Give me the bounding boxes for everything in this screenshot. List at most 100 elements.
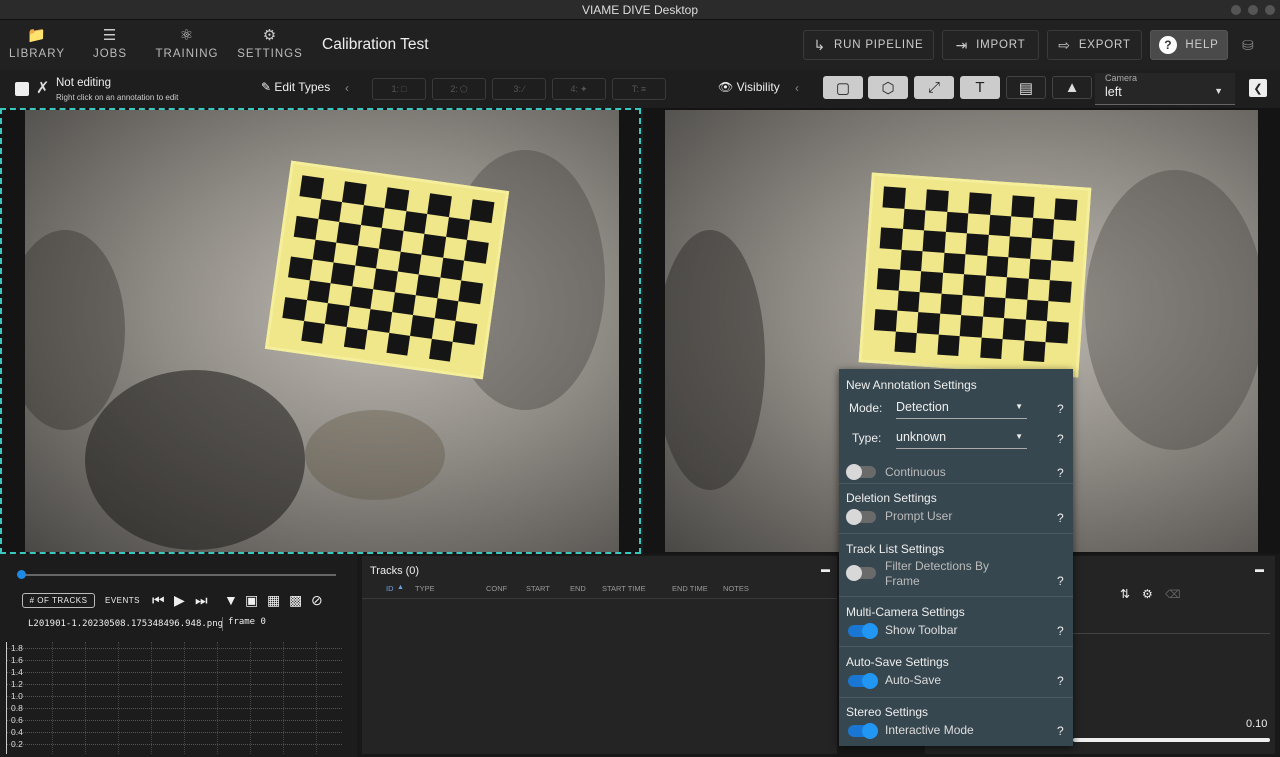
mode-line-button[interactable]: 3: ∕ — [492, 78, 546, 100]
export-button[interactable]: ⇨ EXPORT — [1047, 30, 1142, 60]
column-header[interactable]: ID — [386, 584, 394, 593]
chevron-left-icon[interactable]: ‹ — [795, 81, 799, 95]
image-adjust-icon[interactable]: ▩ — [289, 592, 302, 609]
export-icon: ⇨ — [1058, 36, 1071, 53]
chevron-down-icon: ▼ — [1015, 432, 1023, 441]
y-tick: 1.8 — [11, 643, 23, 653]
toggle-line-visibility[interactable]: ⤢ — [914, 76, 954, 99]
help-icon: ? — [1159, 36, 1178, 54]
deletion-settings-title: Deletion Settings — [846, 491, 937, 505]
comment-icon: ▤ — [1018, 79, 1034, 97]
chevron-down-icon: ▼ — [1015, 402, 1023, 411]
minimize-icon[interactable]: ▬ — [821, 564, 830, 574]
mode-select[interactable]: Detection ▼ — [896, 397, 1027, 419]
sort-arrow-icon: ▲ — [397, 584, 404, 591]
continuous-label: Continuous — [885, 465, 946, 479]
close-button[interactable] — [1265, 5, 1275, 15]
camera-select[interactable]: Camera left ▼ — [1095, 73, 1235, 105]
column-header[interactable]: START — [526, 584, 550, 593]
column-header[interactable]: NOTES — [723, 584, 749, 593]
nav-library[interactable]: 📁 LIBRARY — [2, 26, 72, 60]
lock-icon[interactable]: ▣ — [245, 592, 258, 609]
auto-save-label: Auto-Save — [885, 673, 942, 687]
toggle-polygon-visibility[interactable]: ⬡ — [868, 76, 908, 99]
chevron-left-icon[interactable]: ‹ — [345, 81, 349, 95]
polygon-icon: ⬠ — [459, 83, 468, 94]
annotation-toolbar: ✗ Not editing Right click on an annotati… — [0, 70, 1280, 108]
type-select[interactable]: unknown ▼ — [896, 427, 1027, 449]
visibility-button[interactable]: 👁 Visibility — [718, 80, 780, 94]
column-header[interactable]: END — [570, 584, 586, 593]
help-icon[interactable]: ? — [1057, 432, 1064, 446]
maximize-button[interactable] — [1248, 5, 1258, 15]
frame-slider[interactable] — [20, 574, 336, 576]
focus-icon[interactable]: ▦ — [267, 592, 280, 609]
run-pipeline-button[interactable]: ↳ RUN PIPELINE — [803, 30, 934, 60]
sort-icon[interactable]: ⇅ — [1120, 587, 1130, 601]
mode-text-button[interactable]: T: ≡ — [612, 78, 666, 100]
minimize-icon[interactable]: ▬ — [1255, 564, 1264, 574]
frame-slider-handle[interactable] — [17, 570, 26, 579]
help-icon[interactable]: ? — [1057, 511, 1064, 525]
delete-icon[interactable]: ⌫ — [1165, 588, 1181, 601]
nav-jobs[interactable]: ☰ JOBS — [75, 26, 145, 60]
interactive-mode-toggle[interactable] — [848, 723, 878, 739]
skip-next-icon[interactable]: ⏭ — [195, 592, 208, 609]
num-tracks-toggle[interactable]: # OF TRACKS — [22, 593, 95, 608]
nav-training[interactable]: ⚛ TRAINING — [152, 26, 222, 60]
toggle-text-visibility[interactable]: T — [960, 76, 1000, 99]
minimize-button[interactable] — [1231, 5, 1241, 15]
text-icon: T — [975, 79, 985, 96]
mode-point-button[interactable]: 4: ✦ — [552, 78, 606, 100]
column-header[interactable]: TYPE — [415, 584, 435, 593]
edit-status-title: Not editing — [56, 77, 111, 89]
events-toggle[interactable]: EVENTS — [100, 593, 145, 608]
toggle-tooltip-visibility[interactable]: ▤ — [1006, 76, 1046, 99]
camera-value: left — [1105, 85, 1122, 99]
column-header[interactable]: END TIME — [672, 584, 708, 593]
continuous-toggle[interactable] — [846, 464, 876, 480]
threshold-slider[interactable] — [1073, 738, 1270, 742]
nav-settings[interactable]: ⚙ SETTINGS — [235, 26, 305, 60]
type-filter-input[interactable] — [1065, 614, 1270, 634]
gear-icon[interactable]: ⚙ — [1142, 587, 1153, 601]
line-icon: ∕ — [523, 84, 525, 94]
mode-polygon-button[interactable]: 2: ⬠ — [432, 78, 486, 100]
collapse-panel-button[interactable]: ❮ — [1249, 79, 1267, 97]
auto-save-toggle[interactable] — [848, 673, 878, 689]
help-icon[interactable]: ? — [1057, 574, 1064, 588]
help-icon[interactable]: ? — [1057, 724, 1064, 738]
help-icon[interactable]: ? — [1057, 674, 1064, 688]
rectangle-icon: ▢ — [835, 79, 851, 97]
window-title: VIAME DIVE Desktop — [581, 3, 699, 17]
text-search-icon: ≡ — [640, 84, 647, 94]
left-camera-view[interactable] — [0, 108, 641, 554]
play-icon[interactable]: ▶ — [174, 592, 185, 609]
page-title: Calibration Test — [322, 36, 429, 53]
list-icon: ☰ — [102, 27, 118, 44]
toggle-rectangle-visibility[interactable]: ▢ — [823, 76, 863, 99]
import-button[interactable]: ⇥ IMPORT — [942, 30, 1039, 60]
mode-rectangle-button[interactable]: 1: □ — [372, 78, 426, 100]
help-icon[interactable]: ? — [1057, 466, 1064, 480]
help-icon[interactable]: ? — [1057, 402, 1064, 416]
link-off-icon[interactable]: ⊘ — [311, 592, 323, 609]
column-header[interactable]: START TIME — [602, 584, 646, 593]
skip-previous-icon[interactable]: ⏮ — [152, 592, 165, 609]
show-toolbar-label: Show Toolbar — [885, 623, 958, 637]
edit-types-button[interactable]: ✎ Edit Types — [261, 80, 330, 94]
filter-by-frame-toggle[interactable] — [846, 565, 876, 581]
show-toolbar-toggle[interactable] — [848, 623, 878, 639]
toggle-track-tail-visibility[interactable]: ▲ — [1052, 76, 1092, 99]
database-icon[interactable]: ⛁ — [1242, 37, 1254, 54]
prompt-user-toggle[interactable] — [846, 509, 876, 525]
help-icon[interactable]: ? — [1057, 624, 1064, 638]
filter-by-frame-label: Filter Detections By Frame — [885, 559, 990, 588]
filter-icon[interactable]: ▼ — [224, 592, 238, 608]
import-icon: ⇥ — [955, 36, 969, 53]
chevron-left-icon: ❮ — [1253, 82, 1263, 95]
select-checkbox[interactable] — [15, 82, 29, 96]
column-header[interactable]: CONF — [486, 584, 507, 593]
polygon-icon: ⬡ — [881, 79, 895, 97]
help-button[interactable]: ? HELP — [1150, 30, 1228, 60]
